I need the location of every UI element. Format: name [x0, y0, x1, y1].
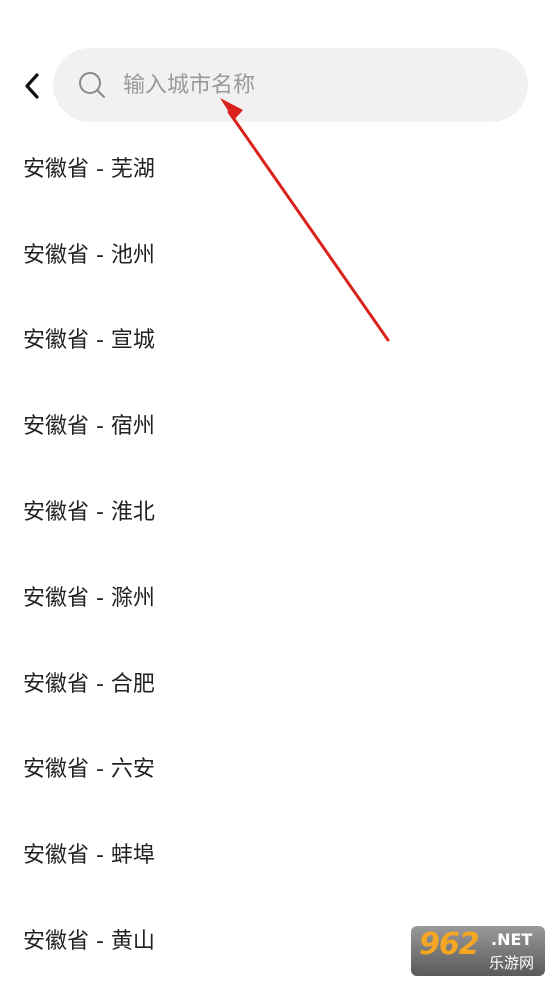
watermark-number: 962 [419, 927, 480, 962]
city-label: 安徽省 - 宿州 [23, 414, 155, 440]
city-item[interactable]: 安徽省 - 滁州 [0, 553, 551, 639]
city-label: 安徽省 - 池州 [23, 242, 155, 268]
city-label: 安徽省 - 滁州 [23, 585, 155, 611]
search-icon [77, 70, 107, 100]
city-item[interactable]: 安徽省 - 宣城 [0, 296, 551, 382]
city-item[interactable]: 安徽省 - 芜湖 [0, 124, 551, 210]
city-item[interactable]: 安徽省 - 六安 [0, 725, 551, 811]
watermark-logo: 962 .NET 乐游网 [411, 926, 545, 976]
search-input[interactable] [123, 65, 483, 105]
city-label: 安徽省 - 黄山 [23, 929, 155, 955]
watermark-suffix: .NET [491, 930, 533, 949]
city-item[interactable]: 安徽省 - 池州 [0, 210, 551, 296]
city-item[interactable]: 安徽省 - 淮北 [0, 467, 551, 553]
city-list: 安徽省 - 芜湖 安徽省 - 池州 安徽省 - 宣城 安徽省 - 宿州 安徽省 … [0, 124, 551, 982]
city-item[interactable]: 安徽省 - 宿州 [0, 381, 551, 467]
city-label: 安徽省 - 六安 [23, 757, 155, 783]
watermark-chinese: 乐游网 [489, 954, 535, 972]
search-bar[interactable] [53, 48, 528, 122]
city-item[interactable]: 安徽省 - 蚌埠 [0, 810, 551, 896]
city-label: 安徽省 - 芜湖 [23, 156, 155, 182]
city-label: 安徽省 - 蚌埠 [23, 843, 155, 869]
back-button[interactable] [14, 66, 50, 106]
city-label: 安徽省 - 宣城 [23, 328, 155, 354]
city-item[interactable]: 安徽省 - 合肥 [0, 639, 551, 725]
header [0, 0, 551, 130]
chevron-left-icon [25, 73, 39, 99]
city-label: 安徽省 - 合肥 [23, 671, 155, 697]
city-label: 安徽省 - 淮北 [23, 500, 155, 526]
